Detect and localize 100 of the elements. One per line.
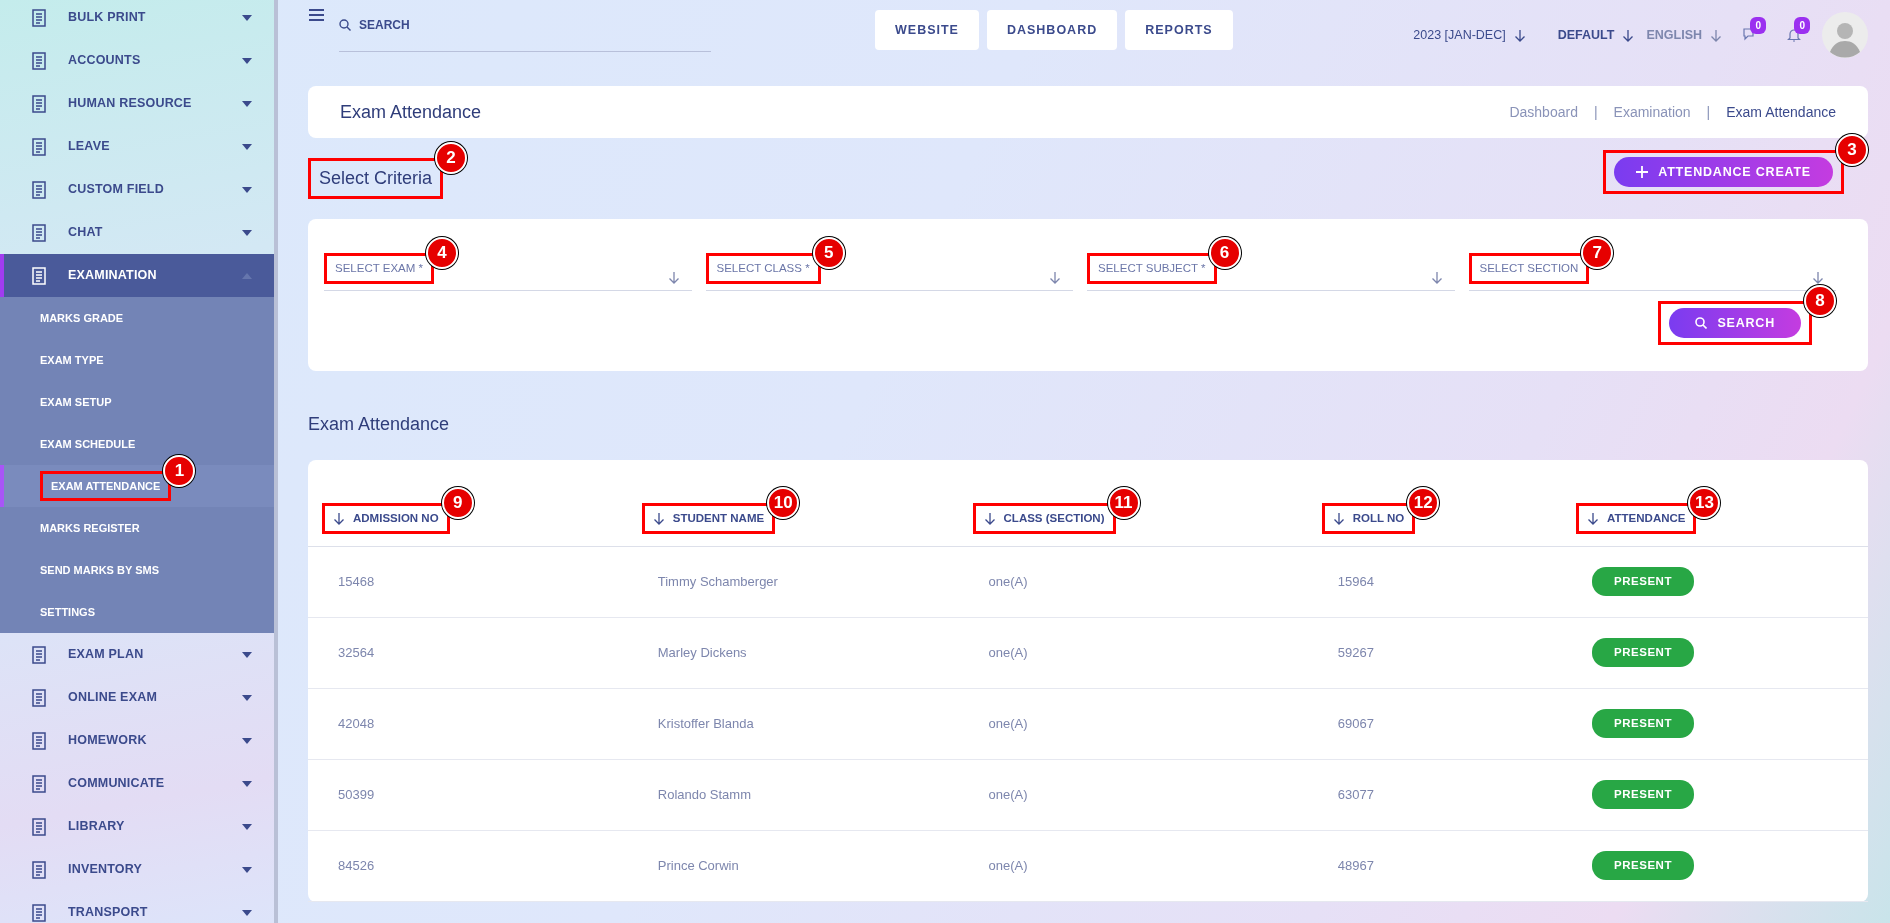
caret-icon — [242, 57, 252, 64]
sidebar-subitem[interactable]: EXAM TYPE — [0, 339, 274, 381]
sidebar-item[interactable]: HUMAN RESOURCE — [0, 82, 274, 125]
sidebar-item[interactable]: BULK PRINT — [0, 0, 274, 39]
document-icon — [30, 94, 48, 113]
caret-icon — [242, 186, 252, 193]
callout-badge: 11 — [1107, 487, 1140, 520]
document-icon — [30, 860, 48, 879]
document-icon — [30, 51, 48, 70]
column-header[interactable]: ROLL NO — [1352, 510, 1405, 528]
table-cell: 32564 — [338, 644, 375, 660]
document-icon — [30, 137, 48, 156]
select-field[interactable]: SELECT EXAM * 4 — [324, 231, 692, 291]
caret-icon — [242, 909, 252, 916]
table-cell: one(A) — [988, 573, 1028, 589]
sidebar-item[interactable]: CHAT — [0, 211, 274, 254]
document-icon — [30, 731, 48, 750]
callout-badge: 10 — [767, 487, 800, 520]
sidebar-item[interactable]: INVENTORY — [0, 848, 274, 891]
arrow-down-icon — [983, 512, 996, 526]
callout-badge: 9 — [441, 487, 474, 520]
session-dropdown[interactable]: 2023 [JAN-DEC] — [1413, 25, 1506, 45]
sidebar-item[interactable]: EXAMINATION — [0, 254, 274, 297]
sidebar-subitem[interactable]: MARKS GRADE — [0, 297, 274, 339]
search-button[interactable]: SEARCH — [1669, 308, 1801, 338]
nav-button[interactable]: DASHBOARD — [986, 10, 1118, 50]
nav-button[interactable]: REPORTS — [1125, 10, 1233, 50]
caret-icon — [242, 651, 252, 658]
callout-badge: 5 — [812, 236, 845, 269]
select-field[interactable]: SELECT SUBJECT * 6 — [1087, 231, 1455, 291]
breadcrumb-separator: | — [1706, 102, 1711, 122]
arrow-down-icon — [667, 271, 680, 284]
column-header[interactable]: ADMISSION NO — [353, 510, 439, 528]
sidebar-item[interactable]: LEAVE — [0, 125, 274, 168]
caret-icon — [242, 694, 252, 701]
document-icon — [30, 817, 48, 836]
status-badge: PRESENT — [1592, 566, 1694, 597]
document-icon — [30, 266, 48, 285]
column-header[interactable]: CLASS (SECTION) — [1003, 510, 1105, 528]
table-cell: 50399 — [338, 786, 375, 802]
search-icon — [339, 18, 351, 31]
table-cell: one(A) — [988, 715, 1028, 731]
placeholder-text: SELECT SUBJECT * — [1098, 260, 1206, 276]
create-button[interactable]: ATTENDANCE CREATE — [1614, 157, 1833, 187]
callout-badge: 4 — [426, 236, 458, 269]
search-field[interactable]: SEARCH — [339, 8, 711, 52]
sidebar-subitem[interactable]: EXAM ATTENDANCE — [51, 477, 161, 495]
table-cell: Marley Dickens — [657, 644, 747, 660]
arrow-down-icon — [333, 512, 345, 526]
avatar-icon[interactable] — [1822, 12, 1868, 58]
sidebar-item[interactable]: CUSTOM FIELD — [0, 168, 274, 211]
arrow-down-icon — [1622, 28, 1635, 42]
sidebar-item[interactable]: EXAM PLAN — [0, 633, 274, 676]
document-icon — [30, 8, 48, 27]
document-icon — [30, 688, 48, 707]
sidebar-subitem[interactable]: SETTINGS — [0, 591, 274, 633]
sidebar-item[interactable]: LIBRARY — [0, 805, 274, 848]
caret-icon — [242, 866, 252, 873]
arrow-down-icon — [1049, 271, 1061, 284]
sidebar-item[interactable]: TRANSPORT — [0, 891, 274, 923]
callout-badge: 7 — [1581, 236, 1614, 269]
plus-icon — [1636, 166, 1649, 178]
table-cell: one(A) — [988, 644, 1028, 660]
document-icon — [30, 180, 48, 199]
table-cell: 63077 — [1337, 786, 1374, 802]
sidebar-item[interactable]: COMMUNICATE — [0, 762, 274, 805]
arrow-down-icon — [652, 512, 665, 526]
document-icon — [30, 223, 48, 242]
status-badge: PRESENT — [1592, 708, 1694, 739]
placeholder-text: SELECT CLASS * — [716, 260, 810, 276]
callout-badge: 3 — [1836, 134, 1868, 166]
count-badge: 0 — [1794, 17, 1810, 34]
callout-badge: 8 — [1804, 285, 1836, 317]
theme-dropdown[interactable]: DEFAULT — [1557, 25, 1615, 45]
table-cell: Kristoffer Blanda — [657, 715, 754, 731]
sidebar-item[interactable]: HOMEWORK — [0, 719, 274, 762]
table-cell: 69067 — [1337, 715, 1374, 731]
arrow-down-icon — [1812, 271, 1824, 284]
table-cell: 42048 — [338, 715, 375, 731]
select-field[interactable]: SELECT CLASS * 5 — [705, 231, 1073, 291]
column-header[interactable]: STUDENT NAME — [672, 510, 765, 528]
section-title: Select Criteria — [319, 167, 433, 190]
sidebar-item[interactable]: ONLINE EXAM — [0, 676, 274, 719]
table-cell: Prince Corwin — [657, 857, 739, 873]
table-cell: 15964 — [1337, 573, 1374, 589]
count-badge: 0 — [1750, 17, 1766, 34]
sidebar-subitem[interactable]: EXAM SETUP — [0, 381, 274, 423]
breadcrumb-separator: | — [1593, 102, 1598, 122]
caret-icon — [242, 100, 252, 107]
column-header[interactable]: ATTENDANCE — [1607, 510, 1686, 528]
sidebar-subitem[interactable]: MARKS REGISTER — [0, 507, 274, 549]
caret-icon — [242, 780, 252, 787]
nav-button[interactable]: WEBSITE — [875, 10, 979, 50]
select-field[interactable]: SELECT SECTION 7 — [1468, 231, 1836, 291]
table-cell: one(A) — [988, 857, 1028, 873]
sidebar-subitem[interactable]: SEND MARKS BY SMS — [0, 549, 274, 591]
caret-icon — [242, 229, 252, 236]
sidebar-item[interactable]: ACCOUNTS — [0, 39, 274, 82]
search-icon — [1695, 317, 1708, 329]
table-cell: 15468 — [338, 573, 375, 589]
